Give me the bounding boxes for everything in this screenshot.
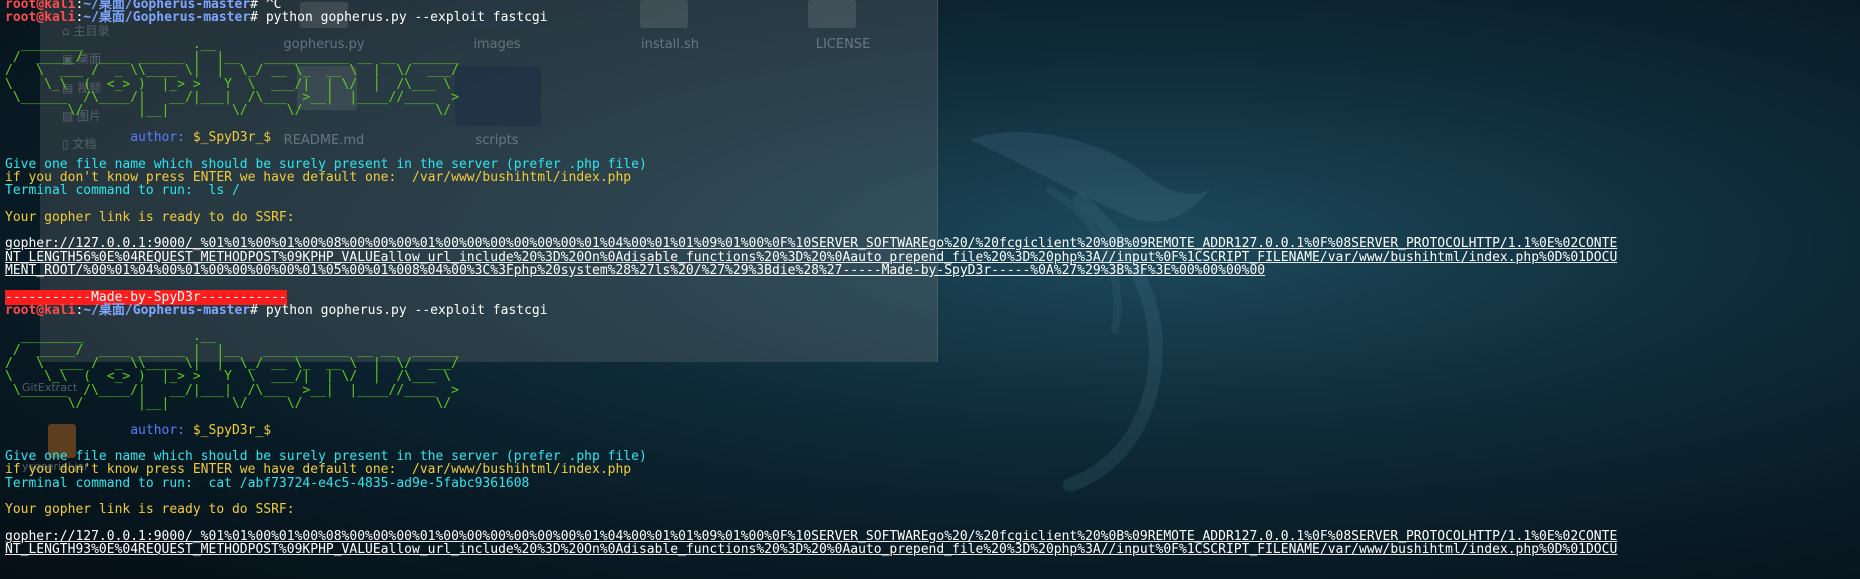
gopherus-ascii-logo: ________ .__ / _____/ ____ ______ | |__ …	[5, 329, 459, 411]
file-prompt-text: Give one file name which should be surel…	[5, 449, 647, 465]
gopher-link[interactable]: NT_LENGTH93%0E%04REQUEST_METHODPOST%09KP…	[5, 543, 1617, 557]
default-file-text: if you don't know press ENTER we have de…	[5, 169, 632, 185]
terminal-command-text: Terminal command to run: ls /	[5, 183, 240, 199]
terminal-line-prompt: root@kali:~/桌面/Gopherus-master# python g…	[5, 302, 548, 318]
gopher-link[interactable]: NT_LENGTH56%0E%04REQUEST_METHODPOST%09KP…	[5, 250, 1617, 264]
ready-text: Your gopher link is ready to do SSRF:	[5, 209, 295, 225]
gopher-link[interactable]: gopher://127.0.0.1:9000/_%01%01%00%01%00…	[5, 237, 1617, 251]
file-prompt-text: Give one file name which should be surel…	[5, 156, 647, 172]
terminal-line-prompt: root@kali:~/桌面/Gopherus-master# python g…	[5, 10, 548, 26]
ready-text: Your gopher link is ready to do SSRF:	[5, 502, 295, 518]
author-line: author: $_SpyD3r_$	[5, 129, 272, 145]
terminal-command-text: Terminal command to run: cat /abf73724-e…	[5, 475, 530, 491]
gopherus-ascii-logo: ________ .__ / _____/ ____ ______ | |__ …	[5, 36, 459, 119]
gopher-link[interactable]: gopher://127.0.0.1:9000/_%01%01%00%01%00…	[5, 530, 1617, 544]
author-line: author: $_SpyD3r_$	[5, 422, 272, 438]
default-file-text: if you don't know press ENTER we have de…	[5, 462, 632, 478]
gopher-link[interactable]: MENT_ROOT/%00%01%04%00%01%00%00%00%00%01…	[5, 264, 1617, 278]
terminal-output[interactable]: root@kali:~/桌面/Gopherus-master# ^C root@…	[5, 0, 1617, 556]
